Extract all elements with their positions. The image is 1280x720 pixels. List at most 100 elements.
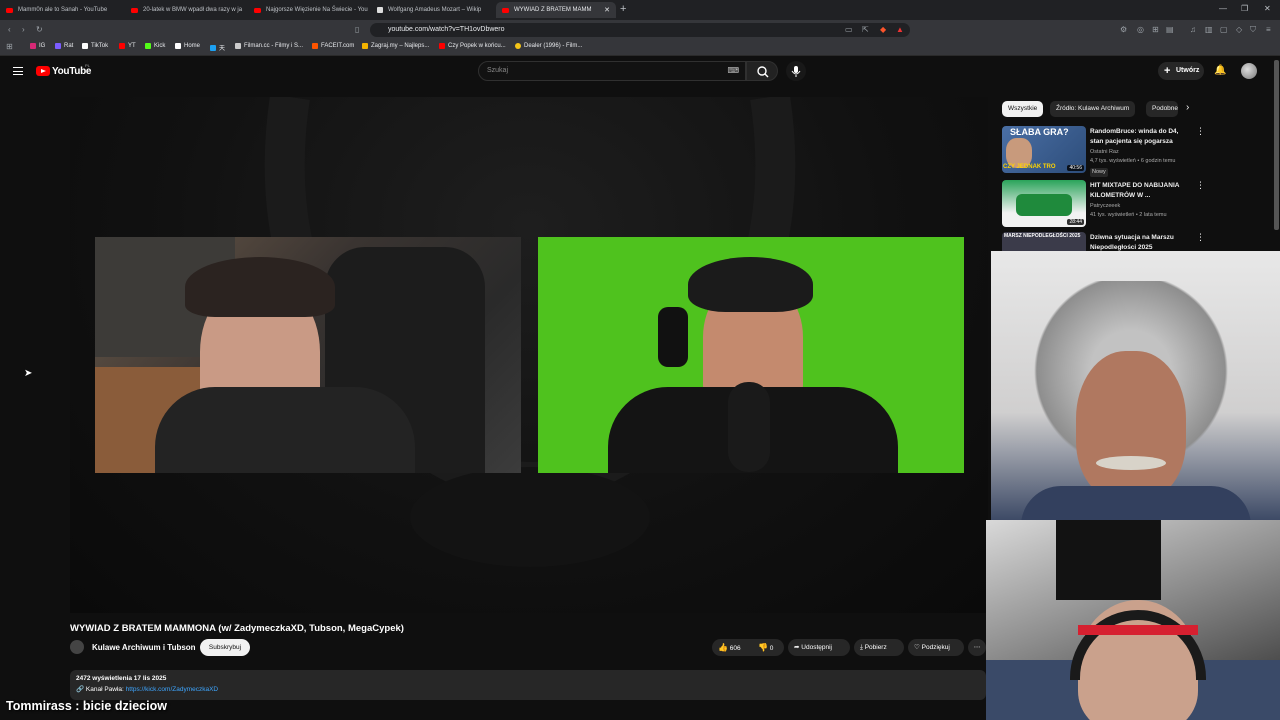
tab-label: Wolfgang Amadeus Mozart – Wikip (388, 7, 482, 13)
apps-grid-icon[interactable]: ⊞ (6, 42, 13, 51)
close-tab-icon[interactable]: ✕ (604, 6, 610, 14)
bookmark-label: Kick (154, 43, 166, 49)
bookmark-label: Dealer (1996) - Film... (524, 43, 583, 49)
rec-channel[interactable]: Patryczeeek (1090, 202, 1120, 211)
extension-icon[interactable]: ◎ (1137, 25, 1144, 34)
youtube-icon (131, 7, 138, 13)
bookmark-icon[interactable]: ▯ (355, 25, 359, 34)
bookmark-item[interactable]: Zagraj.my – Najleps... (362, 43, 429, 49)
person-face (1076, 351, 1186, 501)
youtube-logo-icon[interactable] (36, 66, 50, 76)
subscribe-button[interactable]: Subskrybuj (200, 639, 250, 656)
bell-icon[interactable]: 🔔 (1214, 65, 1226, 76)
bookmark-item[interactable]: Kick (145, 43, 165, 49)
search-button[interactable] (746, 61, 778, 81)
bookmark-item[interactable]: TikTok (82, 43, 108, 49)
bookmark-item[interactable]: Czy Popek w końcu... (439, 43, 506, 49)
share-label: Udostępnij (801, 644, 832, 651)
microphone-icon (791, 66, 801, 77)
region-code: PL (85, 63, 90, 68)
rec-thumbnail[interactable]: 28:44 (1002, 180, 1086, 227)
media-icon[interactable]: ♫ (1190, 25, 1196, 34)
create-label: Utwórz (1176, 67, 1200, 74)
vpn-icon[interactable]: ◇ (1236, 25, 1242, 34)
like-dislike-group: 👍 606 👎 0 (712, 639, 784, 656)
rec-title[interactable]: RandomBruce: winda do D4, stan pacjenta … (1090, 127, 1190, 147)
extension-icon[interactable]: ▤ (1166, 25, 1174, 34)
hamburger-menu-icon[interactable] (13, 67, 23, 75)
close-window-icon[interactable]: ✕ (1264, 4, 1271, 13)
browser-tab-active[interactable]: WYWIAD Z BRATEM MAMM ✕ (496, 2, 616, 18)
rec-title[interactable]: Dziwna sytuacja na Marszu Niepodległości… (1090, 233, 1190, 253)
reload-icon[interactable]: ↻ (36, 25, 43, 34)
extension-icon[interactable]: ⊞ (1152, 25, 1159, 34)
dislike-button[interactable]: 👎 0 (758, 639, 773, 657)
chip-all[interactable]: Wszystkie (1002, 101, 1044, 117)
new-tab-button[interactable]: + (620, 3, 626, 15)
sidebar-icon[interactable]: ▥ (1205, 25, 1213, 34)
search-input[interactable]: Szukaj ⌨ (478, 61, 746, 81)
instagram-icon (30, 43, 36, 49)
bookmark-item[interactable]: 天 (210, 43, 225, 52)
tab-label: Mamm0n ale to Sanah - YouTube (18, 7, 108, 13)
bookmark-item[interactable]: Filman.cc - Filmy i S... (235, 43, 303, 49)
browser-tab[interactable]: 20-latek w BMW wpadł dwa razy w ja (125, 2, 247, 18)
thanks-button[interactable]: ♡ Podziękuj (908, 639, 964, 656)
shield-icon[interactable]: ⛉ (1250, 25, 1256, 35)
rec-thumbnail[interactable]: SŁABA GRA? CZY JEDNAK TRO 40:56 (1002, 126, 1086, 173)
back-icon[interactable]: ‹ (8, 25, 11, 34)
more-options-icon[interactable]: ⋮ (1196, 126, 1205, 137)
bookmark-item[interactable]: Rat (55, 43, 73, 49)
download-button[interactable]: ⤓ Pobierz (854, 639, 904, 656)
person-shirt (155, 387, 415, 473)
channel-avatar[interactable] (70, 640, 84, 654)
alert-icon[interactable]: ▲ (896, 25, 904, 34)
create-button[interactable]: + Utwórz (1158, 62, 1204, 80)
rec-channel[interactable]: Ostatni Raz (1090, 148, 1119, 157)
bookmark-favicon (515, 43, 521, 49)
bookmark-item[interactable]: Dealer (1996) - Film... (515, 43, 582, 49)
maximize-icon[interactable]: ❐ (1241, 4, 1248, 13)
forward-icon[interactable]: › (22, 25, 25, 34)
bookmark-item[interactable]: FACEIT.com (312, 43, 354, 49)
search-icon (757, 66, 769, 78)
avatar[interactable] (1241, 63, 1257, 79)
mouse-cursor-icon: ➤ (24, 368, 33, 379)
thumbnail-van (1016, 194, 1072, 216)
share-icon[interactable]: ⇱ (862, 25, 869, 34)
voice-search-button[interactable] (786, 61, 806, 81)
extension-icon[interactable]: ⚙ (1120, 25, 1127, 34)
kick-channel-link[interactable]: https://kick.com/ZadymeczkaXD (126, 686, 218, 693)
chip-source[interactable]: Źródło: Kulawe Archiwum (1050, 101, 1136, 117)
chevron-right-icon[interactable]: › (1186, 102, 1189, 113)
brave-shield-icon[interactable]: ◆ (880, 25, 886, 34)
browser-tab[interactable]: Wolfgang Amadeus Mozart – Wikip (371, 2, 493, 18)
share-button[interactable]: ➦ Udostępnij (788, 639, 850, 656)
bookmark-item[interactable]: YT (119, 43, 136, 49)
bookmark-favicon (55, 43, 61, 49)
browser-tab[interactable]: Najgorsze Więzienie Na Świecie - You (248, 2, 370, 18)
keyboard-icon[interactable]: ⌨ (727, 62, 739, 80)
rec-thumbnail[interactable]: MARSZ NIEPODLEGŁOŚCI 2025 (1002, 232, 1086, 251)
browser-tab[interactable]: Mamm0n ale to Sanah - YouTube (0, 2, 125, 18)
more-actions-button[interactable]: ⋯ (968, 639, 986, 656)
chip-related[interactable]: Podobne (1146, 101, 1178, 117)
rec-meta: 4,7 tys. wyświetleń • 6 godzin temu (1090, 158, 1176, 164)
video-player[interactable] (70, 97, 988, 613)
thumbnail-caption: CZY JEDNAK TRO (1003, 164, 1056, 170)
wallet-icon[interactable]: ▢ (1220, 25, 1228, 34)
address-bar[interactable]: youtube.com/watch?v=TH1ovDbwero (370, 23, 910, 37)
bookmark-label: Home (184, 43, 201, 49)
like-button[interactable]: 👍 606 (718, 639, 741, 657)
bookmark-item[interactable]: Home (175, 43, 200, 49)
more-options-icon[interactable]: ⋮ (1196, 180, 1205, 191)
channel-name[interactable]: Kulawe Archiwum i Tubson (92, 643, 196, 652)
page-scrollbar[interactable] (1274, 60, 1279, 230)
rec-title[interactable]: HIT MIXTAPE DO NABIJANIA KILOMETRÓW W ..… (1090, 181, 1190, 201)
cast-icon[interactable]: ▭ (845, 25, 853, 34)
menu-icon[interactable]: ≡ (1266, 25, 1271, 34)
more-options-icon[interactable]: ⋮ (1196, 232, 1205, 243)
person-hair (185, 257, 335, 317)
bookmark-item[interactable]: IG (30, 43, 45, 49)
minimize-icon[interactable]: — (1219, 4, 1227, 13)
